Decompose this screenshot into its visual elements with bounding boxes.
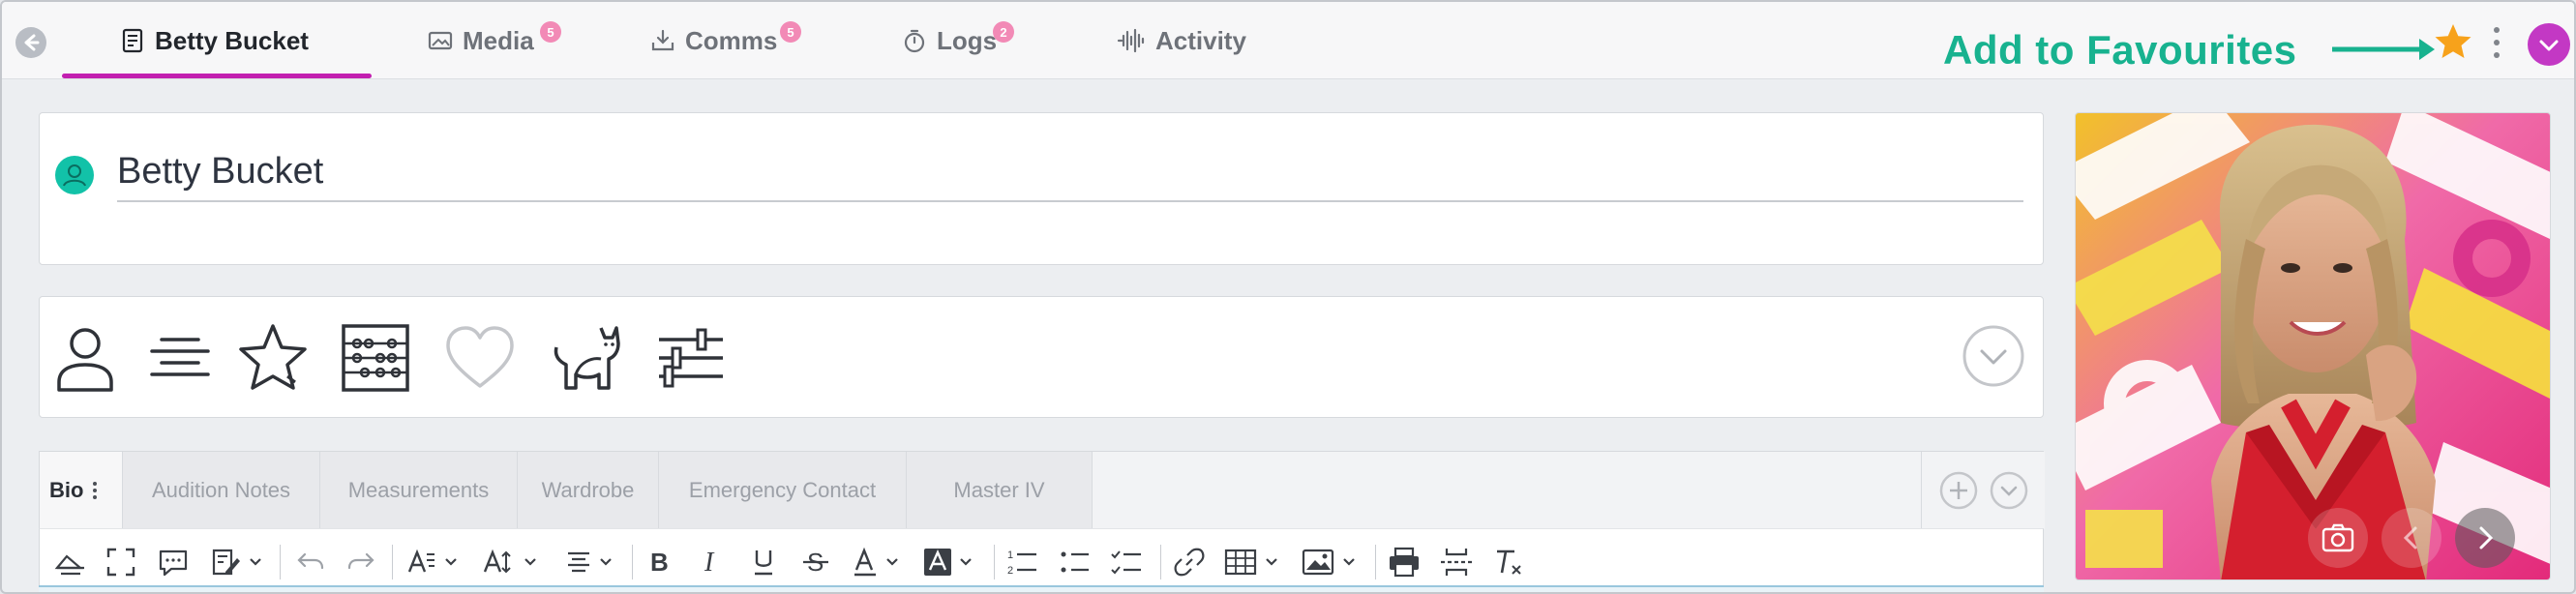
add-circle-icon[interactable] (1939, 471, 1978, 510)
edit-dropdown-icon[interactable] (208, 543, 266, 581)
expand-button[interactable] (1962, 324, 2025, 388)
tab-actions (1921, 452, 2045, 529)
bold-icon[interactable]: B (642, 543, 676, 581)
italic-icon[interactable]: I (694, 543, 729, 581)
camera-icon (2321, 523, 2354, 552)
subtab-audition-notes[interactable]: Audition Notes (123, 452, 320, 529)
logs-count-badge: 2 (993, 21, 1014, 43)
app-window: Betty Bucket Media 5 Comms 5 Logs 2 Acti… (0, 0, 2576, 594)
toolbar-separator (632, 545, 633, 579)
font-size-icon[interactable] (481, 543, 547, 581)
toolbar-separator (392, 545, 393, 579)
tab-media[interactable]: Media (428, 2, 534, 79)
star-outline-icon[interactable] (233, 318, 313, 398)
stopwatch-icon (904, 29, 925, 53)
heart-outline-icon[interactable] (440, 318, 520, 398)
waveform-icon (1117, 28, 1145, 53)
strikethrough-icon[interactable]: S (798, 543, 833, 581)
next-photo-button[interactable] (2455, 508, 2515, 568)
editor-content-edge (39, 585, 2044, 592)
font-color-icon[interactable] (851, 543, 909, 581)
numbered-list-icon[interactable]: 12 (1005, 543, 1040, 581)
svg-text:1: 1 (1007, 549, 1013, 561)
media-count-badge: 5 (540, 21, 561, 43)
subtab-bio[interactable]: Bio (40, 452, 123, 529)
tab-label: Comms (685, 25, 778, 55)
tab-label: Logs (937, 25, 998, 55)
back-button[interactable] (15, 27, 46, 58)
tab-label: Media (463, 25, 534, 55)
active-tab-indicator (62, 74, 372, 78)
subtab-label: Bio (49, 478, 84, 502)
previous-photo-button[interactable] (2381, 508, 2441, 568)
category-icon-strip (39, 296, 2044, 418)
editor-toolbar: B I S 12 (39, 528, 2044, 592)
toolbar-separator (1375, 545, 1376, 579)
table-icon[interactable] (1224, 543, 1286, 581)
person-avatar-icon (55, 156, 94, 194)
name-input[interactable] (117, 142, 2023, 202)
camera-button[interactable] (2308, 508, 2368, 568)
document-icon (122, 28, 143, 53)
annotation-arrow-icon (2332, 39, 2435, 60)
tab-profile[interactable]: Betty Bucket (120, 2, 309, 79)
cat-icon[interactable] (547, 318, 626, 398)
tab-logs[interactable]: Logs (902, 2, 997, 79)
subtab-wardrobe[interactable]: Wardrobe (518, 452, 659, 529)
subtab-master-iv[interactable]: Master IV (907, 452, 1093, 529)
sliders-icon[interactable] (651, 318, 731, 398)
svg-text:B: B (650, 548, 669, 577)
text-style-icon[interactable] (405, 543, 467, 581)
person-icon[interactable] (45, 318, 125, 398)
image-insert-icon[interactable] (1302, 543, 1363, 581)
align-icon[interactable] (562, 543, 620, 581)
top-nav: Betty Bucket Media 5 Comms 5 Logs 2 Acti… (2, 2, 2574, 79)
chevron-down-circle-icon[interactable] (1990, 471, 2028, 510)
underline-icon[interactable] (746, 543, 781, 581)
tab-comms[interactable]: Comms (650, 2, 777, 79)
paint-eraser-icon[interactable] (53, 543, 88, 581)
comment-icon[interactable] (156, 543, 191, 581)
tab-label: Betty Bucket (155, 25, 309, 55)
chevron-left-icon (2403, 526, 2417, 549)
print-icon[interactable] (1387, 543, 1422, 581)
svg-text:2: 2 (1007, 565, 1013, 577)
toolbar-separator (994, 545, 995, 579)
more-options-button[interactable] (2487, 23, 2506, 62)
chevron-down-icon (2539, 40, 2559, 51)
image-icon (428, 31, 453, 50)
arrow-left-icon (24, 34, 40, 51)
undo-icon[interactable] (293, 543, 328, 581)
highlight-icon[interactable] (922, 543, 980, 581)
redo-icon[interactable] (344, 543, 378, 581)
tab-label: Activity (1155, 25, 1246, 55)
page-break-icon[interactable] (1439, 543, 1474, 581)
favourite-star-icon[interactable] (2433, 21, 2473, 62)
clear-format-icon[interactable] (1491, 543, 1526, 581)
name-card (39, 112, 2044, 265)
chevron-right-icon (2479, 526, 2494, 549)
subtab-measurements[interactable]: Measurements (320, 452, 518, 529)
svg-text:I: I (704, 548, 715, 578)
checklist-icon[interactable] (1110, 543, 1145, 581)
tab-activity[interactable]: Activity (1117, 2, 1246, 79)
bullet-list-icon[interactable] (1058, 543, 1093, 581)
subtab-emergency-contact[interactable]: Emergency Contact (659, 452, 907, 529)
inbox-download-icon (651, 29, 674, 51)
toolbar-separator (1160, 545, 1161, 579)
abacus-icon[interactable] (336, 318, 415, 398)
kebab-icon[interactable] (93, 482, 98, 499)
toolbar-separator (280, 545, 281, 579)
text-align-icon[interactable] (140, 318, 220, 398)
comms-count-badge: 5 (780, 21, 801, 43)
link-icon[interactable] (1172, 543, 1207, 581)
bio-tabs: Bio Audition Notes Measurements Wardrobe… (39, 451, 2045, 529)
fullscreen-icon[interactable] (104, 543, 138, 581)
favourite-annotation: Add to Favourites (1943, 27, 2297, 73)
profile-photo[interactable] (2075, 112, 2551, 580)
user-menu-button[interactable] (2528, 23, 2570, 66)
chevron-down-circle-icon (1962, 325, 2024, 387)
